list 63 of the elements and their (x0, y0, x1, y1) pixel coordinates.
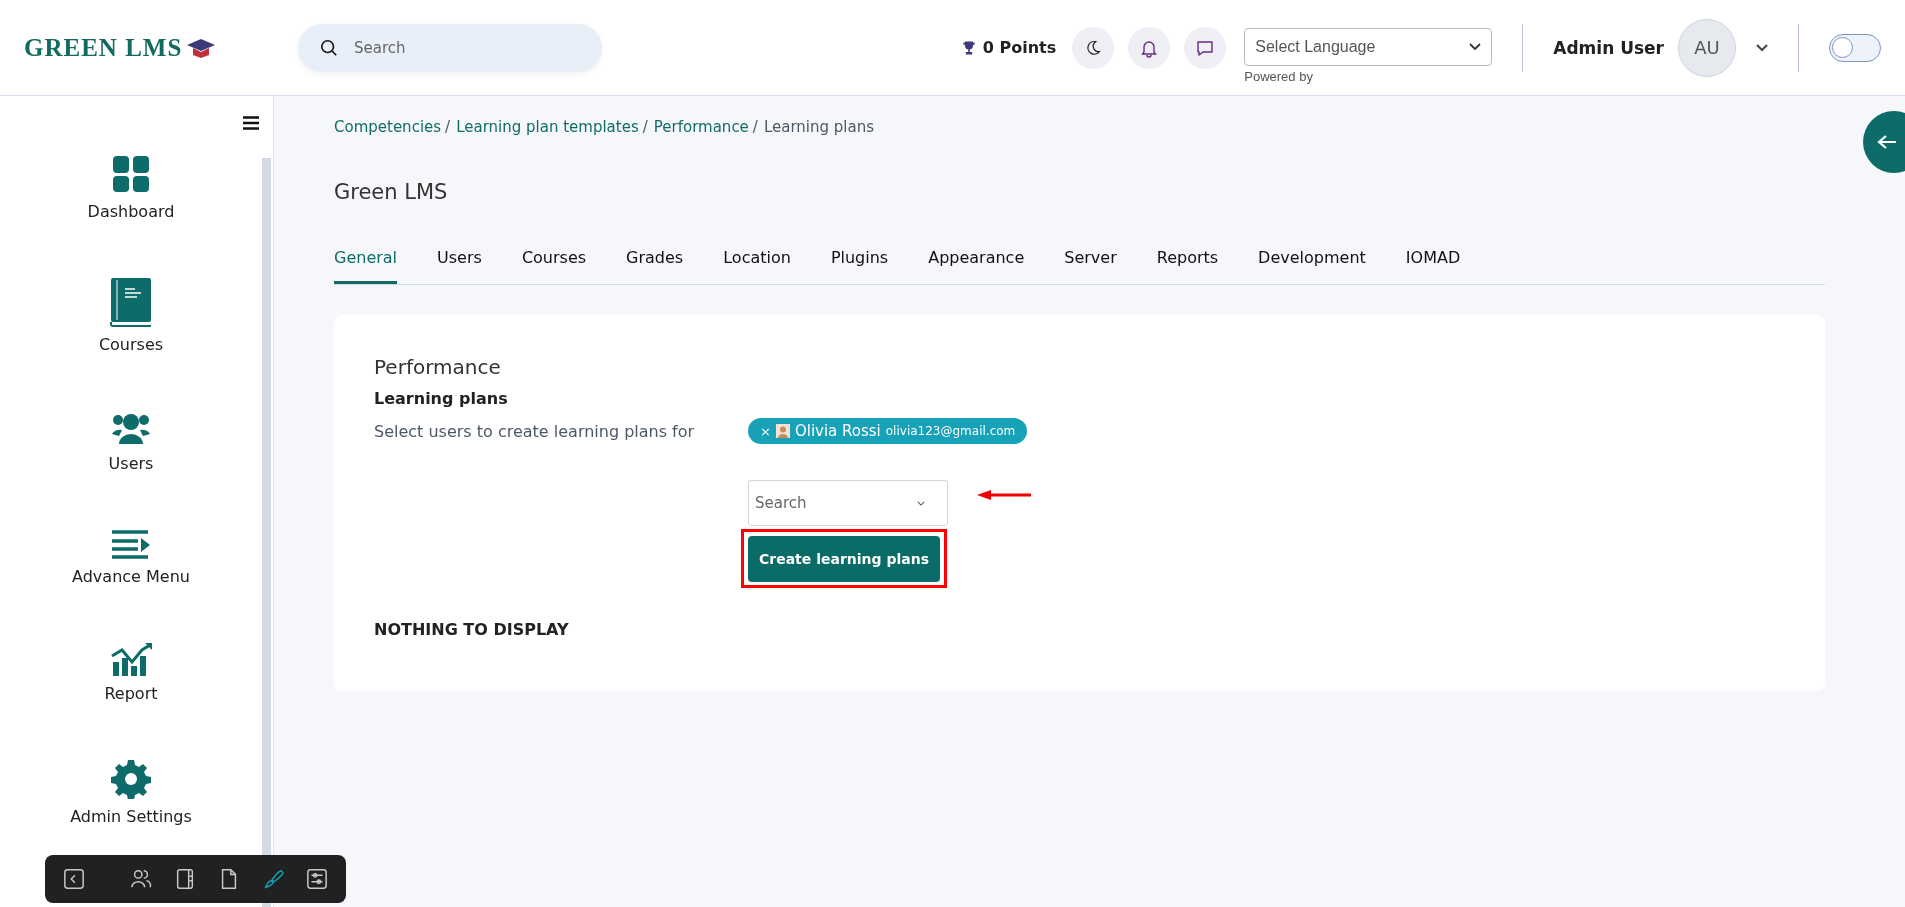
user-name: Admin User (1553, 37, 1664, 58)
user-avatar[interactable]: AU (1678, 18, 1736, 77)
empty-message: NOTHING TO DISPLAY (374, 620, 570, 639)
section-subheading: Learning plans (374, 389, 509, 408)
create-learning-plans-button[interactable]: Create learning plans (748, 536, 940, 582)
chevron-down-icon (917, 500, 925, 506)
sliders-icon (306, 868, 328, 890)
sidebar-item[interactable]: Courses (98, 277, 164, 354)
chart-growth-icon (109, 642, 153, 676)
gear-icon (111, 759, 151, 799)
tab[interactable]: Development (1258, 248, 1366, 284)
breadcrumb-link[interactable]: Competencies (334, 118, 442, 136)
breadcrumb-separator: / (445, 118, 451, 136)
tab[interactable]: Reports (1156, 248, 1219, 284)
graduation-cap-icon (186, 37, 217, 58)
moon-icon (1084, 38, 1103, 57)
section-heading: Performance (374, 355, 502, 379)
chevron-down-icon[interactable] (1756, 43, 1768, 52)
arrow-left-icon (1877, 134, 1897, 150)
tab[interactable]: Server (1064, 248, 1117, 284)
tab[interactable]: General (334, 248, 398, 284)
breadcrumb-current: Learning plans (763, 118, 874, 136)
sidebar-item[interactable]: Report (104, 642, 158, 703)
trophy-icon (960, 39, 977, 56)
chevron-left-icon (63, 868, 85, 890)
page-title: Green LMS (334, 180, 449, 204)
grid-icon (111, 154, 151, 194)
user-search-field[interactable]: Search (748, 480, 948, 526)
search-field[interactable]: Search (298, 23, 602, 72)
tab[interactable]: Location (723, 248, 791, 284)
menu-icon[interactable] (243, 116, 259, 130)
search-icon (320, 38, 338, 57)
breadcrumb-separator: / (642, 118, 648, 136)
sidebar-item[interactable]: Admin Settings (70, 759, 192, 826)
sidebar-item[interactable]: Dashboard (87, 154, 175, 221)
chip-email: olivia123@gmail.com (885, 424, 1016, 438)
tab[interactable]: Grades (626, 248, 684, 284)
field-label: Select users to create learning plans for (374, 422, 694, 443)
scrollbar[interactable] (262, 158, 271, 907)
sidebar-item[interactable]: Users (108, 410, 154, 473)
powered-by-text: Powered by (1244, 68, 1314, 84)
sidebar-item[interactable]: Advance Menu (72, 529, 190, 586)
tab[interactable]: Appearance (928, 248, 1025, 284)
book-icon (109, 277, 153, 327)
tab[interactable]: Courses (521, 248, 587, 284)
annotation-arrow (976, 489, 1032, 501)
tab[interactable]: Users (437, 248, 482, 284)
list-arrow-icon (111, 529, 151, 559)
toggle-switch[interactable] (1829, 33, 1881, 62)
users-icon (130, 868, 152, 890)
points-count: 0 Points (982, 38, 1057, 57)
breadcrumb-link[interactable]: Performance (653, 118, 749, 136)
brush-icon (262, 868, 284, 890)
chevron-down-icon (1469, 42, 1482, 51)
tab[interactable]: IOMAD (1405, 248, 1461, 284)
user-avatar-icon (775, 424, 790, 438)
tab[interactable]: Plugins (830, 248, 889, 284)
notebook-icon (174, 868, 196, 890)
language-select[interactable]: Select Language (1244, 27, 1493, 66)
breadcrumb-separator: / (752, 118, 758, 136)
logo[interactable]: GREEN LMS (24, 33, 284, 62)
chip-name: Olivia Rossi (794, 422, 881, 440)
breadcrumb-link[interactable]: Learning plan templates (456, 118, 639, 136)
